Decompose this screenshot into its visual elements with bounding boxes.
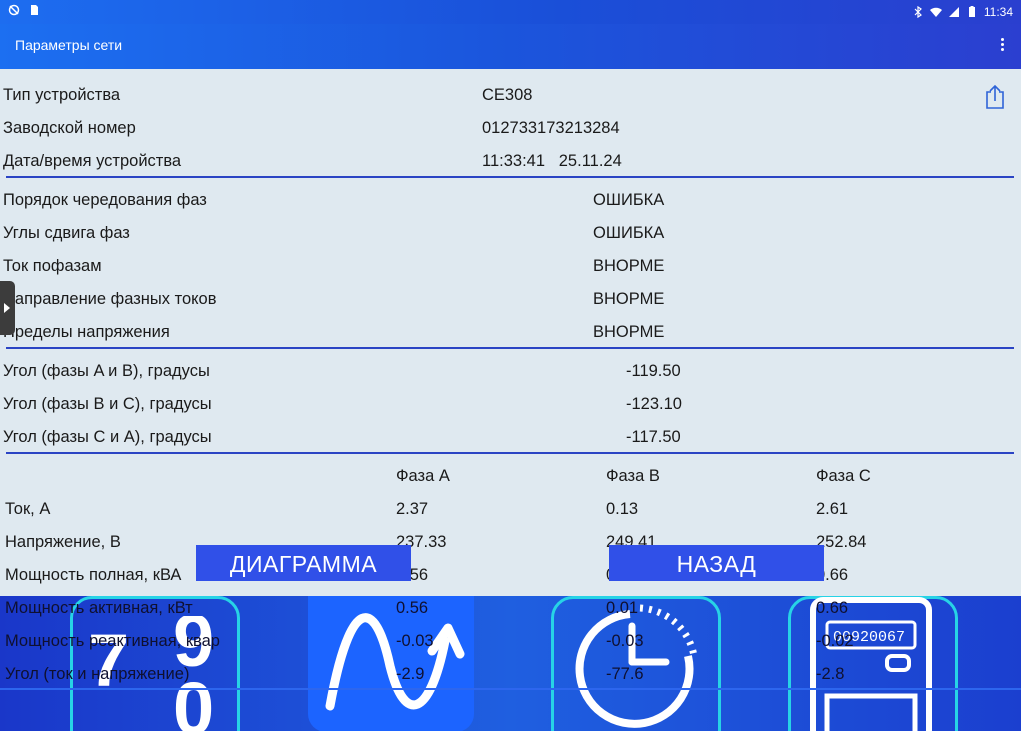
table-cell: 0.66 bbox=[816, 599, 849, 617]
overflow-menu-icon[interactable] bbox=[999, 36, 1005, 54]
serial-number-value: 012733173213284 bbox=[482, 119, 620, 137]
table-row-label: Мощность активная, кВт bbox=[5, 599, 193, 617]
side-drawer-handle[interactable] bbox=[0, 281, 15, 335]
table-row-label: Ток, А bbox=[5, 500, 51, 518]
phase-angles-label: Углы сдвига фаз bbox=[3, 224, 130, 242]
separator bbox=[6, 452, 1014, 454]
current-direction-label: Направление фазных токов bbox=[3, 290, 217, 308]
table-cell: 0.56 bbox=[396, 599, 429, 617]
device-type-value: CE308 bbox=[482, 86, 533, 104]
sine-wave-icon bbox=[325, 613, 465, 711]
phase-order-value: ОШИБКА bbox=[593, 191, 665, 209]
angle-ca-value: -117.50 bbox=[626, 428, 681, 446]
sync-icon bbox=[8, 4, 20, 16]
page-title: Параметры сети bbox=[15, 37, 123, 53]
angle-ca-label: Угол (фазы C и A), градусы bbox=[3, 428, 212, 446]
table-cell: -2.8 bbox=[816, 665, 845, 683]
separator bbox=[6, 347, 1014, 349]
network-params-content: Тип устройства CE308 Заводской номер 012… bbox=[0, 69, 1021, 731]
diagram-button[interactable]: ДИАГРАММА bbox=[196, 545, 411, 581]
app-bar: Параметры сети bbox=[0, 24, 1021, 69]
table-cell: 2.61 bbox=[816, 500, 849, 518]
table-cell: -2.9 bbox=[396, 665, 425, 683]
angle-bc-value: -123.10 bbox=[626, 395, 682, 413]
device-datetime-label: Дата/время устройства bbox=[3, 152, 182, 170]
share-icon[interactable] bbox=[984, 83, 1006, 111]
table-cell: 0.13 bbox=[606, 500, 639, 518]
wifi-icon bbox=[929, 7, 942, 17]
column-header-phase-c: Фаза C bbox=[816, 467, 871, 485]
battery-icon bbox=[968, 6, 975, 17]
device-datetime-value: 11:33:41 25.11.24 bbox=[482, 152, 622, 170]
table-cell: -0.03 bbox=[396, 632, 434, 650]
separator bbox=[6, 176, 1014, 178]
table-row-label: Мощность полная, кВА bbox=[5, 566, 182, 584]
voltage-limits-value: ВНОРМЕ bbox=[593, 323, 665, 341]
table-cell: -0.02 bbox=[816, 632, 854, 650]
table-row-label: Мощность реактивная, квар bbox=[5, 632, 220, 650]
phase-angles-value: ОШИБКА bbox=[593, 224, 665, 242]
phase-current-label: Ток пофазам bbox=[3, 257, 102, 275]
phase-order-label: Порядок чередования фаз bbox=[3, 191, 207, 209]
current-direction-value: ВНОРМЕ bbox=[593, 290, 665, 308]
column-header-phase-b: Фаза B bbox=[606, 467, 660, 485]
table-row-label: Угол (ток и напряжение) bbox=[5, 665, 190, 683]
serial-number-label: Заводской номер bbox=[3, 119, 136, 137]
signal-icon bbox=[948, 7, 959, 17]
table-cell: 2.37 bbox=[396, 500, 429, 518]
device-type-label: Тип устройства bbox=[3, 86, 121, 104]
bluetooth-icon bbox=[914, 6, 922, 18]
back-button[interactable]: НАЗАД bbox=[609, 545, 824, 581]
angle-ab-label: Угол (фазы A и B), градусы bbox=[3, 362, 210, 380]
table-row-label: Напряжение, В bbox=[5, 533, 121, 551]
angle-ab-value: -119.50 bbox=[626, 362, 681, 380]
status-time: 11:34 bbox=[983, 5, 1013, 19]
phase-current-value: ВНОРМЕ bbox=[593, 257, 665, 275]
status-bar: 11:34 bbox=[0, 0, 1021, 24]
table-cell: -77.6 bbox=[606, 665, 644, 683]
table-cell: -0.03 bbox=[606, 632, 644, 650]
voltage-limits-label: Пределы напряжения bbox=[3, 323, 170, 341]
sd-card-icon bbox=[31, 5, 38, 15]
column-header-phase-a: Фаза A bbox=[396, 467, 450, 485]
table-cell: 0.01 bbox=[606, 599, 639, 617]
angle-bc-label: Угол (фазы B и C), градусы bbox=[3, 395, 212, 413]
